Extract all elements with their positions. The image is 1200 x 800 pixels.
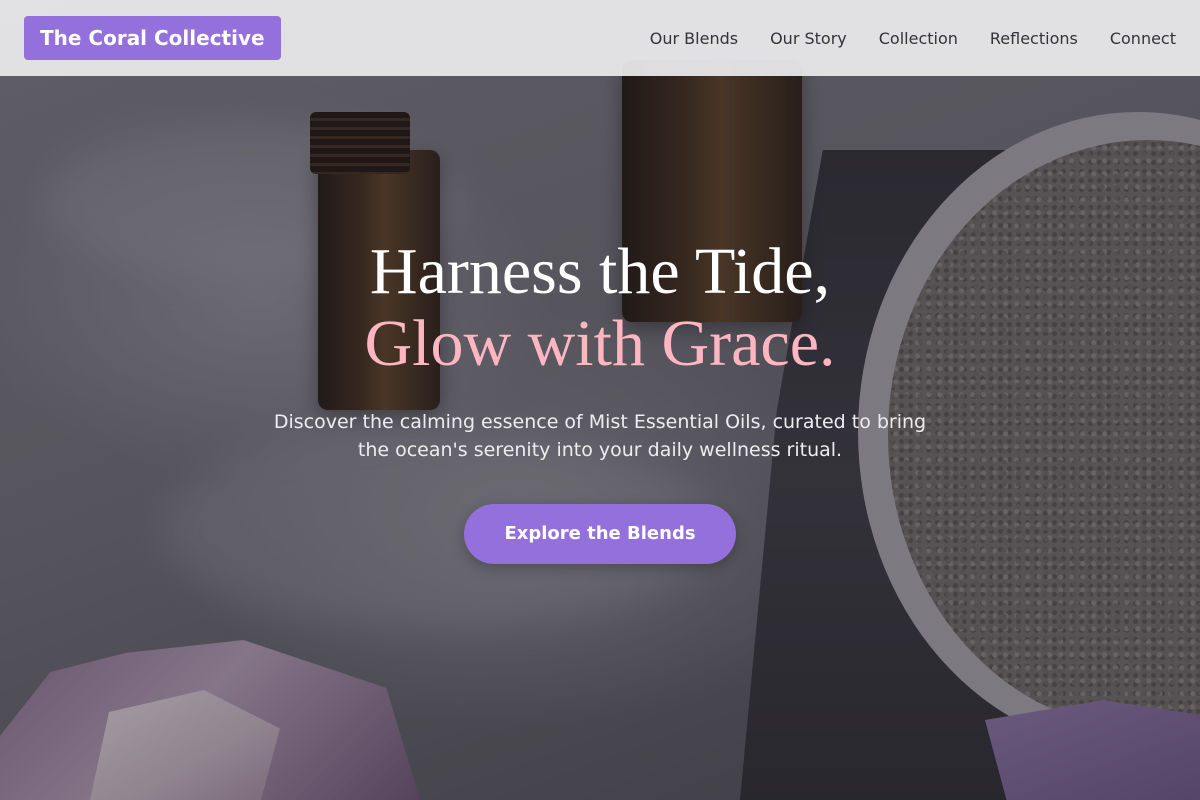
headline-line-2: Glow with Grace. xyxy=(364,307,836,380)
hero-subtitle: Discover the calming essence of Mist Ess… xyxy=(273,411,927,461)
brand-logo[interactable]: The Coral Collective xyxy=(24,16,281,60)
hero-section: Harness the Tide, Glow with Grace. Disco… xyxy=(0,236,1200,564)
headline-line-1: Harness the Tide, xyxy=(369,235,831,308)
nav-link-our-blends[interactable]: Our Blends xyxy=(650,29,738,48)
hero-headline: Harness the Tide, Glow with Grace. xyxy=(0,236,1200,380)
explore-blends-button[interactable]: Explore the Blends xyxy=(464,504,736,564)
nav-links: Our Blends Our Story Collection Reflecti… xyxy=(650,29,1176,48)
nav-link-reflections[interactable]: Reflections xyxy=(990,29,1078,48)
navbar: The Coral Collective Our Blends Our Stor… xyxy=(0,0,1200,76)
nav-link-collection[interactable]: Collection xyxy=(879,29,958,48)
nav-link-our-story[interactable]: Our Story xyxy=(770,29,847,48)
nav-link-connect[interactable]: Connect xyxy=(1110,29,1176,48)
